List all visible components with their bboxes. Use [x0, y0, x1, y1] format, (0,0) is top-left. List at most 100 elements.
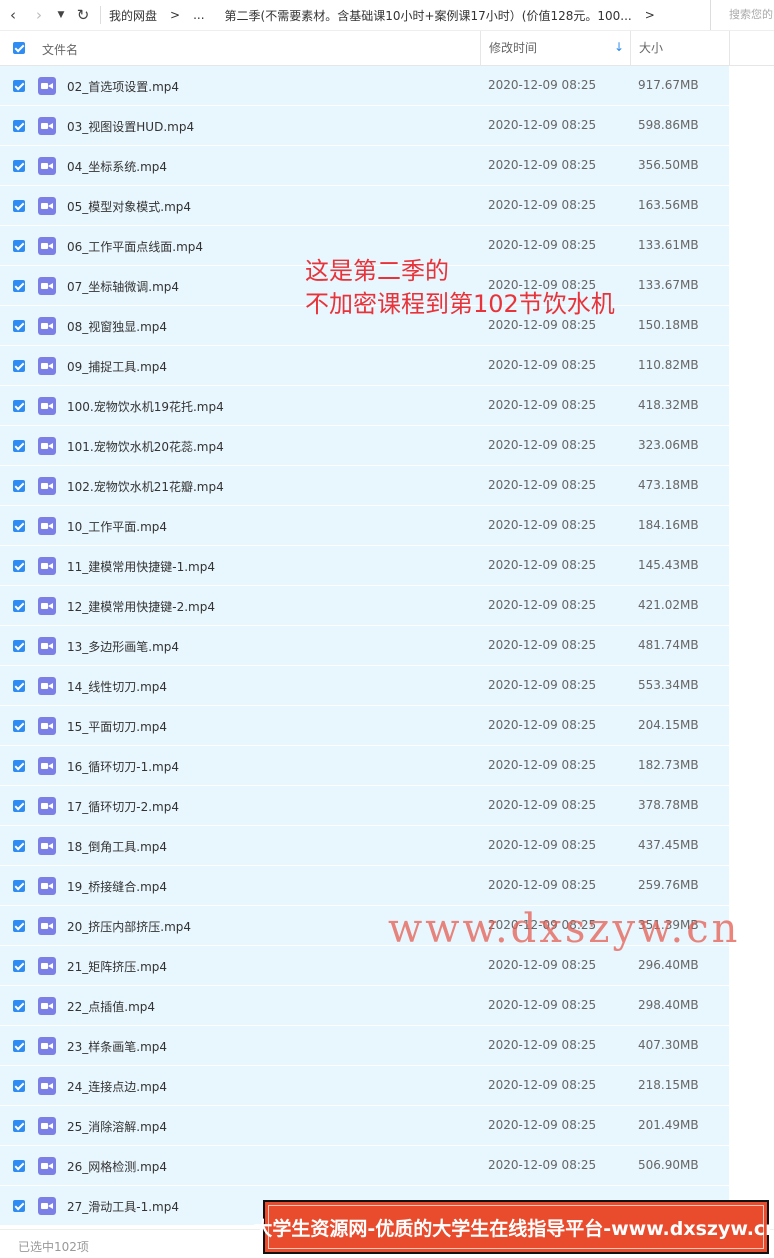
- file-name[interactable]: 100.宠物饮水机19花托.mp4: [67, 398, 224, 415]
- file-row[interactable]: 14_线性切刀.mp4 2020-12-09 08:25 553.34MB: [0, 666, 774, 706]
- file-name[interactable]: 13_多边形画笔.mp4: [67, 638, 179, 655]
- search-input[interactable]: 搜索您的: [710, 0, 774, 30]
- row-checkbox[interactable]: [13, 600, 25, 612]
- file-row[interactable]: 24_连接点边.mp4 2020-12-09 08:25 218.15MB: [0, 1066, 774, 1106]
- row-checkbox[interactable]: [13, 1000, 25, 1012]
- row-checkbox[interactable]: [13, 200, 25, 212]
- file-row[interactable]: 101.宠物饮水机20花蕊.mp4 2020-12-09 08:25 323.06M…: [0, 426, 774, 466]
- file-name[interactable]: 06_工作平面点线面.mp4: [67, 238, 203, 255]
- column-header-size[interactable]: 大小: [630, 31, 730, 65]
- breadcrumb-current[interactable]: 第二季(不需要素材。含基础课10小时+案例课17小时）(价值128元。100..…: [225, 7, 632, 24]
- video-file-icon: [38, 797, 56, 815]
- file-row[interactable]: 04_坐标系统.mp4 2020-12-09 08:25 356.50MB: [0, 146, 774, 186]
- file-row[interactable]: 19_桥接缝合.mp4 2020-12-09 08:25 259.76MB: [0, 866, 774, 906]
- file-name[interactable]: 102.宠物饮水机21花瓣.mp4: [67, 478, 224, 495]
- row-checkbox[interactable]: [13, 800, 25, 812]
- row-checkbox[interactable]: [13, 920, 25, 932]
- file-row[interactable]: 12_建模常用快捷键-2.mp4 2020-12-09 08:25 421.02MB: [0, 586, 774, 626]
- column-header-date[interactable]: 修改时间: [480, 31, 630, 65]
- file-row[interactable]: 23_样条画笔.mp4 2020-12-09 08:25 407.30MB: [0, 1026, 774, 1066]
- sort-descending-icon[interactable]: ↓: [614, 40, 624, 54]
- back-icon[interactable]: ‹: [0, 0, 26, 30]
- file-name[interactable]: 05_模型对象模式.mp4: [67, 198, 191, 215]
- file-name[interactable]: 27_滑动工具-1.mp4: [67, 1198, 179, 1215]
- file-row[interactable]: 09_捕捉工具.mp4 2020-12-09 08:25 110.82MB: [0, 346, 774, 386]
- file-name[interactable]: 23_样条画笔.mp4: [67, 1038, 167, 1055]
- row-checkbox[interactable]: [13, 640, 25, 652]
- file-name[interactable]: 21_矩阵挤压.mp4: [67, 958, 167, 975]
- row-checkbox[interactable]: [13, 1160, 25, 1172]
- row-checkbox[interactable]: [13, 480, 25, 492]
- file-name[interactable]: 16_循环切刀-1.mp4: [67, 758, 179, 775]
- file-row[interactable]: 13_多边形画笔.mp4 2020-12-09 08:25 481.74MB: [0, 626, 774, 666]
- file-row[interactable]: 05_模型对象模式.mp4 2020-12-09 08:25 163.56MB: [0, 186, 774, 226]
- file-name[interactable]: 02_首选项设置.mp4: [67, 78, 179, 95]
- file-name[interactable]: 20_挤压内部挤压.mp4: [67, 918, 191, 935]
- file-name[interactable]: 10_工作平面.mp4: [67, 518, 167, 535]
- row-checkbox[interactable]: [13, 80, 25, 92]
- file-name[interactable]: 11_建模常用快捷键-1.mp4: [67, 558, 215, 575]
- row-checkbox[interactable]: [13, 840, 25, 852]
- file-name[interactable]: 12_建模常用快捷键-2.mp4: [67, 598, 215, 615]
- file-name[interactable]: 22_点插值.mp4: [67, 998, 155, 1015]
- breadcrumb-ellipsis[interactable]: ...: [193, 8, 204, 22]
- file-name[interactable]: 101.宠物饮水机20花蕊.mp4: [67, 438, 224, 455]
- file-row[interactable]: 16_循环切刀-1.mp4 2020-12-09 08:25 182.73MB: [0, 746, 774, 786]
- file-row[interactable]: 26_网格检测.mp4 2020-12-09 08:25 506.90MB: [0, 1146, 774, 1186]
- refresh-icon[interactable]: ↻: [70, 0, 96, 30]
- file-row[interactable]: 102.宠物饮水机21花瓣.mp4 2020-12-09 08:25 473.18M…: [0, 466, 774, 506]
- row-checkbox[interactable]: [13, 560, 25, 572]
- file-name[interactable]: 17_循环切刀-2.mp4: [67, 798, 179, 815]
- file-name[interactable]: 08_视窗独显.mp4: [67, 318, 167, 335]
- row-checkbox[interactable]: [13, 1080, 25, 1092]
- file-name[interactable]: 18_倒角工具.mp4: [67, 838, 167, 855]
- row-checkbox[interactable]: [13, 1200, 25, 1212]
- row-checkbox[interactable]: [13, 520, 25, 532]
- row-checkbox[interactable]: [13, 240, 25, 252]
- video-file-icon: [38, 717, 56, 735]
- row-checkbox[interactable]: [13, 880, 25, 892]
- row-checkbox[interactable]: [13, 160, 25, 172]
- select-all-checkbox[interactable]: [13, 42, 25, 54]
- file-row[interactable]: 21_矩阵挤压.mp4 2020-12-09 08:25 296.40MB: [0, 946, 774, 986]
- row-checkbox[interactable]: [13, 360, 25, 372]
- file-name[interactable]: 09_捕捉工具.mp4: [67, 358, 167, 375]
- file-name[interactable]: 24_连接点边.mp4: [67, 1078, 167, 1095]
- row-checkbox[interactable]: [13, 720, 25, 732]
- row-checkbox[interactable]: [13, 960, 25, 972]
- file-name[interactable]: 26_网格检测.mp4: [67, 1158, 167, 1175]
- file-name[interactable]: 14_线性切刀.mp4: [67, 678, 167, 695]
- file-name[interactable]: 19_桥接缝合.mp4: [67, 878, 167, 895]
- file-name[interactable]: 03_视图设置HUD.mp4: [67, 118, 194, 135]
- row-checkbox[interactable]: [13, 440, 25, 452]
- file-row[interactable]: 25_消除溶解.mp4 2020-12-09 08:25 201.49MB: [0, 1106, 774, 1146]
- file-row[interactable]: 22_点插值.mp4 2020-12-09 08:25 298.40MB: [0, 986, 774, 1026]
- file-row[interactable]: 03_视图设置HUD.mp4 2020-12-09 08:25 598.86MB: [0, 106, 774, 146]
- selection-status: 已选中102项: [18, 1240, 89, 1254]
- row-checkbox[interactable]: [13, 280, 25, 292]
- file-size: 598.86MB: [638, 118, 699, 132]
- breadcrumb-root[interactable]: 我的网盘: [109, 7, 157, 24]
- file-row[interactable]: 18_倒角工具.mp4 2020-12-09 08:25 437.45MB: [0, 826, 774, 866]
- file-row[interactable]: 02_首选项设置.mp4 2020-12-09 08:25 917.67MB: [0, 66, 774, 106]
- file-row[interactable]: 10_工作平面.mp4 2020-12-09 08:25 184.16MB: [0, 506, 774, 546]
- row-checkbox[interactable]: [13, 120, 25, 132]
- row-checkbox[interactable]: [13, 400, 25, 412]
- file-name[interactable]: 07_坐标轴微调.mp4: [67, 278, 179, 295]
- row-checkbox[interactable]: [13, 680, 25, 692]
- file-row[interactable]: 17_循环切刀-2.mp4 2020-12-09 08:25 378.78MB: [0, 786, 774, 826]
- forward-icon[interactable]: ›: [26, 0, 52, 30]
- file-name[interactable]: 15_平面切刀.mp4: [67, 718, 167, 735]
- file-row[interactable]: 100.宠物饮水机19花托.mp4 2020-12-09 08:25 418.32M…: [0, 386, 774, 426]
- row-checkbox[interactable]: [13, 760, 25, 772]
- file-name[interactable]: 25_消除溶解.mp4: [67, 1118, 167, 1135]
- column-header-name[interactable]: 文件名: [42, 41, 78, 58]
- file-name[interactable]: 04_坐标系统.mp4: [67, 158, 167, 175]
- file-row[interactable]: 11_建模常用快捷键-1.mp4 2020-12-09 08:25 145.43MB: [0, 546, 774, 586]
- video-file-icon: [38, 117, 56, 135]
- file-row[interactable]: 15_平面切刀.mp4 2020-12-09 08:25 204.15MB: [0, 706, 774, 746]
- row-checkbox[interactable]: [13, 1040, 25, 1052]
- history-dropdown-icon[interactable]: ▼: [52, 0, 70, 30]
- row-checkbox[interactable]: [13, 1120, 25, 1132]
- row-checkbox[interactable]: [13, 320, 25, 332]
